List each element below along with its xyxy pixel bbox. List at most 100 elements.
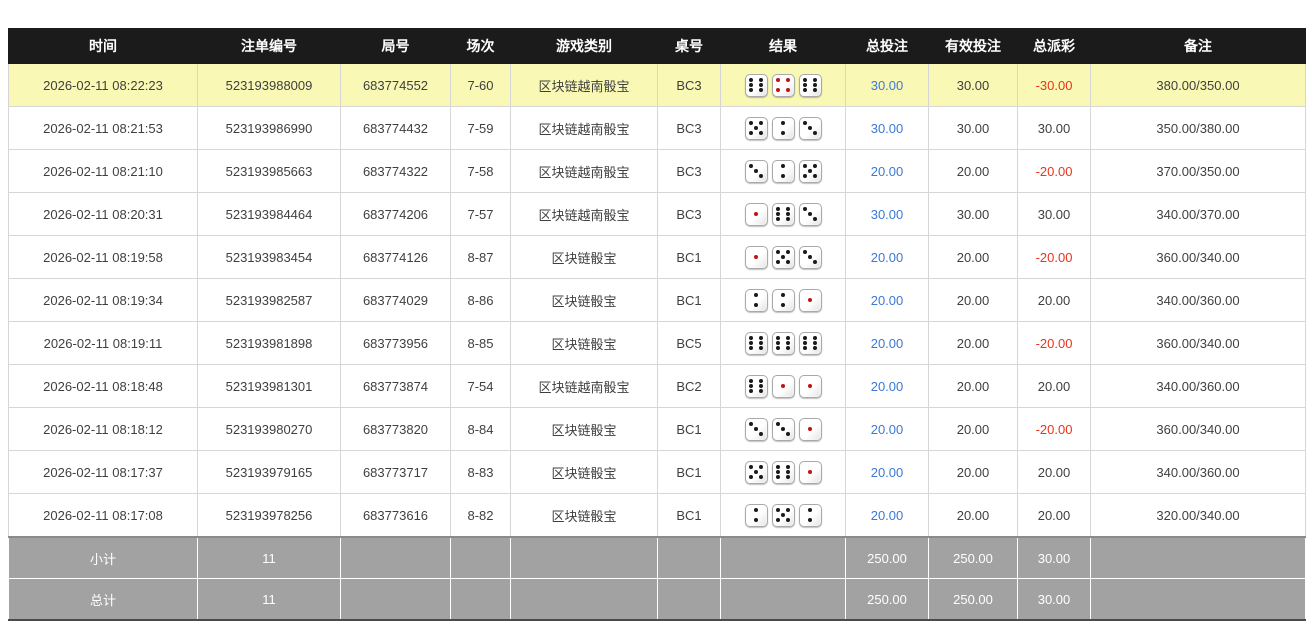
cell-remark: 370.00/350.00 bbox=[1091, 150, 1306, 193]
column-header-bet_id: 注单编号 bbox=[198, 29, 341, 64]
cell-valid_bet: 20.00 bbox=[929, 365, 1018, 408]
cell-time: 2026-02-11 08:19:34 bbox=[9, 279, 198, 322]
die-3-icon bbox=[772, 418, 795, 441]
cell-game: 区块链骰宝 bbox=[511, 451, 658, 494]
cell-session: 7-58 bbox=[451, 150, 511, 193]
cell-total_bet[interactable]: 20.00 bbox=[846, 150, 929, 193]
cell-time: 2026-02-11 08:22:23 bbox=[9, 64, 198, 107]
cell-remark: 360.00/340.00 bbox=[1091, 408, 1306, 451]
footer-empty bbox=[511, 537, 658, 579]
die-6-icon bbox=[772, 461, 795, 484]
table-row[interactable]: 2026-02-11 08:20:31523193984464683774206… bbox=[9, 193, 1306, 236]
cell-bet_id: 523193988009 bbox=[198, 64, 341, 107]
cell-payout: 20.00 bbox=[1018, 494, 1091, 538]
cell-total_bet[interactable]: 20.00 bbox=[846, 494, 929, 538]
footer-empty bbox=[721, 537, 846, 579]
footer-empty bbox=[1091, 579, 1306, 621]
cell-round: 683774029 bbox=[341, 279, 451, 322]
cell-total_bet[interactable]: 30.00 bbox=[846, 64, 929, 107]
cell-round: 683774126 bbox=[341, 236, 451, 279]
dice-result bbox=[723, 117, 843, 140]
footer-payout: 30.00 bbox=[1018, 537, 1091, 579]
table-row[interactable]: 2026-02-11 08:17:08523193978256683773616… bbox=[9, 494, 1306, 538]
cell-payout: -20.00 bbox=[1018, 408, 1091, 451]
cell-table_no: BC2 bbox=[658, 365, 721, 408]
cell-game: 区块链越南骰宝 bbox=[511, 107, 658, 150]
cell-result bbox=[721, 494, 846, 538]
die-2-icon bbox=[772, 117, 795, 140]
cell-time: 2026-02-11 08:21:10 bbox=[9, 150, 198, 193]
table-row[interactable]: 2026-02-11 08:19:58523193983454683774126… bbox=[9, 236, 1306, 279]
cell-total_bet[interactable]: 20.00 bbox=[846, 279, 929, 322]
table-footer: 小计11250.00250.0030.00总计11250.00250.0030.… bbox=[9, 537, 1306, 620]
cell-remark: 360.00/340.00 bbox=[1091, 322, 1306, 365]
cell-total_bet[interactable]: 30.00 bbox=[846, 107, 929, 150]
bet-history-panel: 时间注单编号局号场次游戏类别桌号结果总投注有效投注总派彩备注 2026-02-1… bbox=[8, 28, 1309, 621]
table-header-row: 时间注单编号局号场次游戏类别桌号结果总投注有效投注总派彩备注 bbox=[9, 29, 1306, 64]
cell-result bbox=[721, 322, 846, 365]
die-5-icon bbox=[745, 117, 768, 140]
cell-table_no: BC3 bbox=[658, 150, 721, 193]
die-2-icon bbox=[799, 504, 822, 527]
die-5-icon bbox=[772, 246, 795, 269]
die-5-icon bbox=[799, 160, 822, 183]
cell-total_bet[interactable]: 20.00 bbox=[846, 451, 929, 494]
cell-session: 8-86 bbox=[451, 279, 511, 322]
cell-payout: 20.00 bbox=[1018, 279, 1091, 322]
cell-valid_bet: 30.00 bbox=[929, 193, 1018, 236]
cell-valid_bet: 20.00 bbox=[929, 494, 1018, 538]
cell-round: 683773874 bbox=[341, 365, 451, 408]
dice-result bbox=[723, 246, 843, 269]
cell-total_bet[interactable]: 20.00 bbox=[846, 365, 929, 408]
cell-table_no: BC1 bbox=[658, 408, 721, 451]
cell-time: 2026-02-11 08:18:12 bbox=[9, 408, 198, 451]
table-row[interactable]: 2026-02-11 08:22:23523193988009683774552… bbox=[9, 64, 1306, 107]
cell-table_no: BC1 bbox=[658, 279, 721, 322]
table-row[interactable]: 2026-02-11 08:18:48523193981301683773874… bbox=[9, 365, 1306, 408]
cell-total_bet[interactable]: 20.00 bbox=[846, 408, 929, 451]
cell-result bbox=[721, 408, 846, 451]
table-row[interactable]: 2026-02-11 08:21:10523193985663683774322… bbox=[9, 150, 1306, 193]
cell-result bbox=[721, 150, 846, 193]
cell-total_bet[interactable]: 20.00 bbox=[846, 322, 929, 365]
die-2-icon bbox=[772, 289, 795, 312]
cell-bet_id: 523193981898 bbox=[198, 322, 341, 365]
cell-time: 2026-02-11 08:17:08 bbox=[9, 494, 198, 538]
cell-table_no: BC1 bbox=[658, 236, 721, 279]
column-header-payout: 总派彩 bbox=[1018, 29, 1091, 64]
cell-game: 区块链越南骰宝 bbox=[511, 365, 658, 408]
table-row[interactable]: 2026-02-11 08:17:37523193979165683773717… bbox=[9, 451, 1306, 494]
cell-payout: -30.00 bbox=[1018, 64, 1091, 107]
cell-total_bet[interactable]: 20.00 bbox=[846, 236, 929, 279]
footer-valid-bet: 250.00 bbox=[929, 537, 1018, 579]
cell-bet_id: 523193985663 bbox=[198, 150, 341, 193]
table-row[interactable]: 2026-02-11 08:19:11523193981898683773956… bbox=[9, 322, 1306, 365]
cell-result bbox=[721, 107, 846, 150]
table-row[interactable]: 2026-02-11 08:19:34523193982587683774029… bbox=[9, 279, 1306, 322]
table-row[interactable]: 2026-02-11 08:21:53523193986990683774432… bbox=[9, 107, 1306, 150]
die-1-icon bbox=[799, 461, 822, 484]
footer-empty bbox=[341, 579, 451, 621]
footer-label: 总计 bbox=[9, 579, 198, 621]
cell-bet_id: 523193984464 bbox=[198, 193, 341, 236]
die-3-icon bbox=[799, 246, 822, 269]
die-6-icon bbox=[745, 74, 768, 97]
cell-round: 683773820 bbox=[341, 408, 451, 451]
cell-bet_id: 523193983454 bbox=[198, 236, 341, 279]
cell-table_no: BC3 bbox=[658, 64, 721, 107]
cell-total_bet[interactable]: 30.00 bbox=[846, 193, 929, 236]
cell-bet_id: 523193980270 bbox=[198, 408, 341, 451]
cell-game: 区块链骰宝 bbox=[511, 494, 658, 538]
cell-result bbox=[721, 193, 846, 236]
cell-remark: 320.00/340.00 bbox=[1091, 494, 1306, 538]
cell-time: 2026-02-11 08:20:31 bbox=[9, 193, 198, 236]
table-row[interactable]: 2026-02-11 08:18:12523193980270683773820… bbox=[9, 408, 1306, 451]
dice-result bbox=[723, 418, 843, 441]
die-6-icon bbox=[745, 332, 768, 355]
column-header-total_bet: 总投注 bbox=[846, 29, 929, 64]
cell-remark: 340.00/360.00 bbox=[1091, 365, 1306, 408]
die-6-icon bbox=[799, 332, 822, 355]
cell-valid_bet: 20.00 bbox=[929, 236, 1018, 279]
dice-result bbox=[723, 332, 843, 355]
die-6-icon bbox=[772, 332, 795, 355]
